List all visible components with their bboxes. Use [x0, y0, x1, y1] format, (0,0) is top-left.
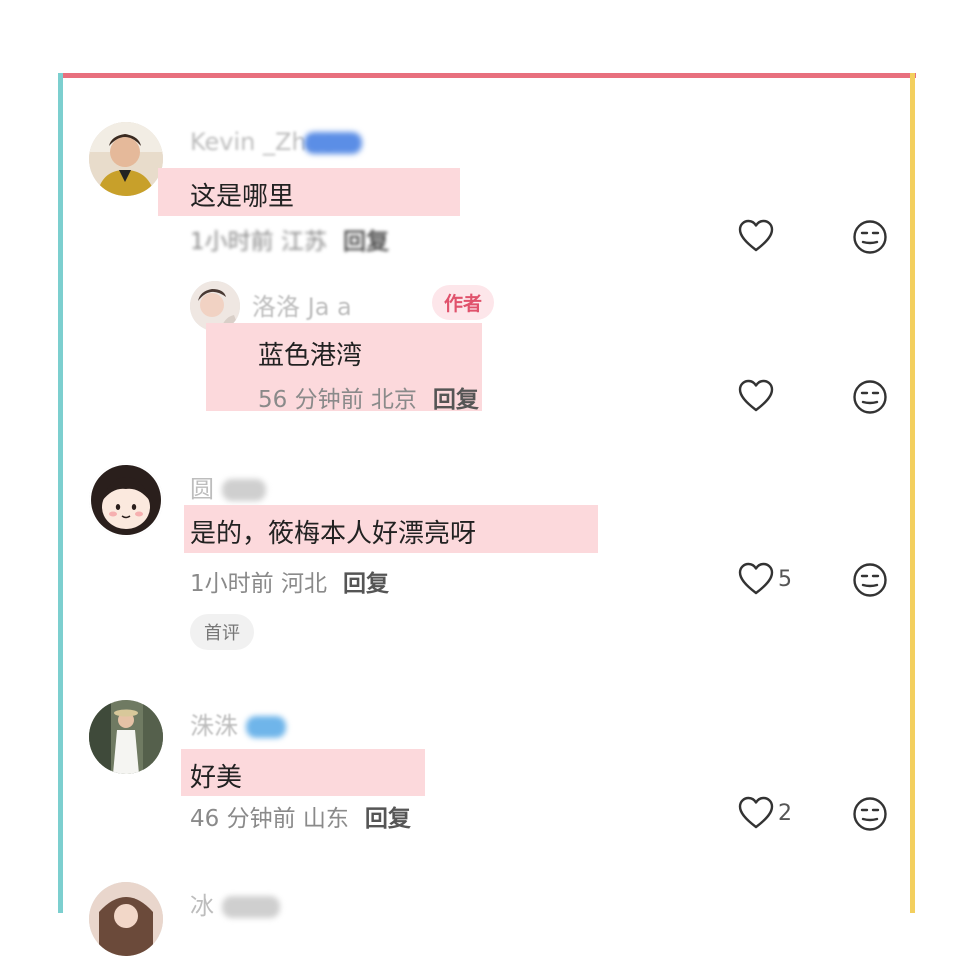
heart-outline-icon: [738, 562, 774, 595]
like-count: 5: [778, 566, 792, 592]
reply-button[interactable]: 回复: [433, 387, 479, 413]
first-comment-tag: 首评: [190, 614, 254, 650]
like-button[interactable]: [738, 219, 778, 253]
frame-right-border: [910, 73, 915, 913]
like-button[interactable]: [738, 379, 778, 413]
dislike-button[interactable]: [852, 379, 888, 419]
time-location: 46 分钟前 山东: [190, 806, 349, 832]
heart-outline-icon: [738, 796, 774, 829]
comment-meta: 56 分钟前 北京 回复: [258, 380, 479, 414]
comment-text: 好美: [190, 763, 243, 793]
blurred-name-mark: [245, 716, 286, 738]
time-location: 1小时前 河北: [190, 571, 327, 597]
heart-outline-icon: [738, 379, 774, 412]
reply-button[interactable]: 回复: [365, 806, 411, 832]
reply-button[interactable]: 回复: [343, 229, 389, 255]
like-button[interactable]: 2: [738, 796, 792, 830]
time-location: 1小时前 江苏: [190, 229, 327, 255]
author-tag: 作者: [432, 285, 495, 320]
time-location: 56 分钟前 北京: [258, 387, 417, 413]
frame-left-border: [58, 73, 63, 913]
comment-meta: 1小时前 河北 回复: [190, 564, 389, 598]
avatar[interactable]: [89, 122, 163, 196]
reply-button[interactable]: 回复: [343, 571, 389, 597]
dislike-button[interactable]: [852, 562, 888, 602]
comment-meta: 1小时前 江苏 回复: [190, 222, 389, 256]
meh-face-icon: [853, 563, 887, 597]
comment-meta: 46 分钟前 山东 回复: [190, 799, 411, 833]
blurred-name-mark: [221, 479, 266, 501]
username[interactable]: 冰: [190, 886, 280, 921]
username[interactable]: 洙洙: [190, 706, 286, 741]
meh-face-icon: [853, 380, 887, 414]
blurred-name-mark: [303, 132, 362, 154]
meh-face-icon: [853, 220, 887, 254]
like-count: 2: [778, 800, 792, 826]
meh-face-icon: [853, 797, 887, 831]
username[interactable]: Kevin _Zhao: [190, 128, 362, 156]
comment-text: 这是哪里: [190, 182, 295, 212]
comment-text: 蓝色港湾: [258, 341, 363, 371]
username[interactable]: 洛洛 Ja a: [252, 287, 352, 322]
heart-outline-icon: [738, 219, 774, 252]
frame-top-border: [58, 73, 916, 78]
dislike-button[interactable]: [852, 796, 888, 836]
like-button[interactable]: 5: [738, 562, 792, 596]
username[interactable]: 圆: [190, 469, 266, 504]
dislike-button[interactable]: [852, 219, 888, 259]
blurred-name-mark: [221, 896, 280, 918]
comment-text: 是的，筱梅本人好漂亮呀: [190, 519, 477, 549]
avatar[interactable]: [89, 700, 163, 774]
avatar[interactable]: [89, 882, 163, 956]
avatar[interactable]: [89, 463, 163, 537]
